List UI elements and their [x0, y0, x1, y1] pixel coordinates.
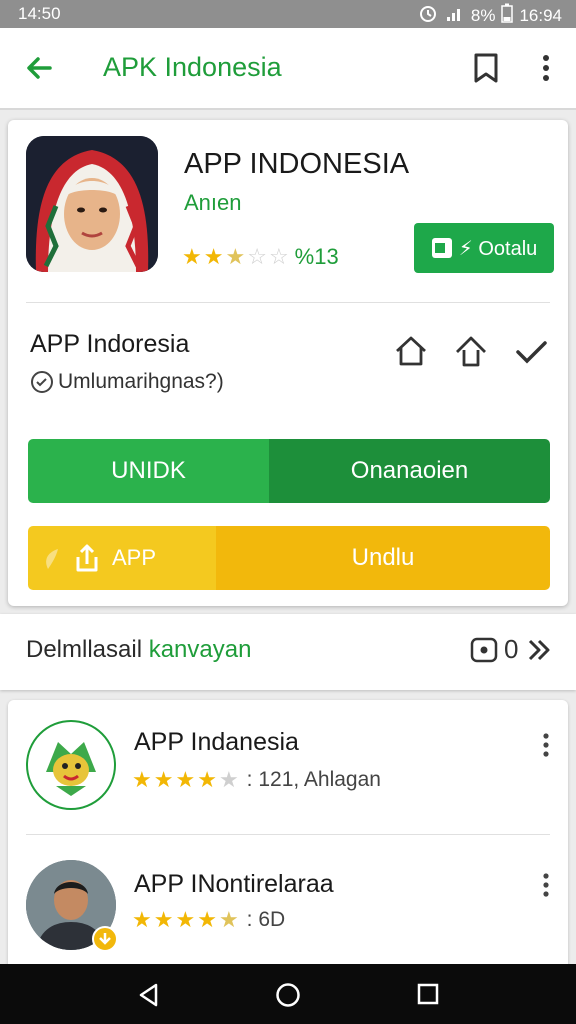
star-icon: ★: [197, 907, 217, 932]
star-icon: ★: [132, 907, 152, 932]
status-time: 14:50: [18, 4, 61, 23]
install-button-label: ⚡ Ootalu: [458, 237, 538, 260]
strip-label-dark: Delmllasail: [26, 636, 143, 663]
leaf-icon: [46, 549, 58, 569]
green-action-button[interactable]: UNIDK Onanaoien: [28, 439, 550, 503]
section-subtitle-text: Umlumarihgnas?): [58, 370, 224, 393]
app-bar-title: APK Indonesia: [103, 52, 282, 82]
status-bar: 14:50 8% 16:94: [0, 0, 576, 28]
clock-check-icon: [31, 371, 53, 393]
list-item-meta: : 121, Ahlagan: [246, 768, 381, 791]
camera-icon[interactable]: [470, 636, 498, 664]
divider: [26, 834, 550, 835]
battery-icon: [501, 3, 514, 28]
strip-label: Delmllasail kanvayan: [26, 636, 251, 664]
star-half-icon: ★: [225, 244, 246, 269]
star-icon: ★: [153, 907, 174, 932]
strip-actions: 0: [470, 634, 554, 665]
star-empty-icon: ★: [218, 767, 239, 792]
list-item-rating: ★ ★ ★ ★ ★ : 6D: [132, 908, 285, 932]
yellow-button-left[interactable]: APP: [28, 526, 216, 590]
rating-count: %13: [294, 244, 339, 269]
star-empty-icon: ☆: [247, 244, 267, 269]
app-rating: ★ ★ ★ ☆ ☆ %13: [182, 244, 339, 270]
star-icon: ★: [175, 767, 196, 792]
status-time-right: 16:94: [519, 5, 562, 25]
app-detail-card: APP INDONESIA Anıen ★ ★ ★ ☆ ☆ %13 ⚡ Oota…: [8, 120, 568, 606]
list-item[interactable]: APP INontirelaraa ★ ★ ★ ★ ★ : 6D: [8, 836, 568, 970]
star-icon: ★: [175, 907, 196, 932]
upload-icon[interactable]: [452, 332, 490, 370]
green-button-right[interactable]: Onanaoien: [269, 439, 550, 503]
system-nav-bar: [0, 964, 576, 1024]
star-icon: ★: [197, 767, 217, 792]
more-vert-icon[interactable]: [536, 870, 556, 900]
alarm-icon: [417, 2, 439, 29]
yellow-button-left-label: APP: [112, 545, 157, 570]
battery-percent: 8%: [470, 5, 496, 25]
star-icon: ★: [203, 244, 224, 269]
section-title: APP Indoresia: [30, 330, 190, 358]
install-button[interactable]: ⚡ Ootalu: [414, 223, 554, 273]
back-arrow-icon[interactable]: [20, 48, 60, 88]
more-vert-icon[interactable]: [530, 50, 562, 86]
star-icon: ★: [182, 244, 202, 269]
double-chevron-right-icon[interactable]: [524, 636, 554, 664]
star-empty-icon: ☆: [268, 244, 289, 269]
star-half-icon: ★: [218, 907, 239, 932]
home-nav-icon[interactable]: [275, 982, 301, 1008]
star-icon: ★: [153, 767, 174, 792]
divider: [26, 302, 550, 303]
section-subtitle: Umlumarihgnas?): [30, 370, 224, 394]
strip-count: 0: [504, 634, 519, 664]
info-strip[interactable]: Delmllasail kanvayan 0: [0, 614, 576, 690]
recents-nav-icon[interactable]: [416, 982, 440, 1006]
yellow-action-button[interactable]: APP Undlu: [28, 526, 550, 590]
app-developer[interactable]: Anıen: [184, 190, 242, 216]
install-icon: [431, 238, 452, 258]
star-icon: ★: [132, 767, 152, 792]
app-list: APP Indanesia ★ ★ ★ ★ ★ : 121, Ahlagan A…: [8, 700, 568, 970]
list-item-meta: : 6D: [246, 908, 286, 931]
bookmark-icon[interactable]: [468, 50, 504, 86]
status-icons: 8% 16:94: [417, 2, 562, 29]
list-item[interactable]: APP Indanesia ★ ★ ★ ★ ★ : 121, Ahlagan: [8, 700, 568, 834]
more-vert-icon[interactable]: [536, 730, 556, 760]
app-name: APP INDONESIA: [184, 148, 410, 180]
green-button-left[interactable]: UNIDK: [28, 439, 269, 503]
app-bar: APK Indonesia: [0, 28, 576, 110]
mascot-avatar: [26, 720, 116, 810]
list-item-title: APP INontirelaraa: [134, 870, 334, 898]
back-nav-icon[interactable]: [136, 982, 162, 1008]
strip-label-green: kanvayan: [148, 636, 252, 663]
section-actions: [392, 332, 550, 370]
check-icon[interactable]: [512, 332, 550, 370]
home-icon[interactable]: [392, 332, 430, 370]
list-item-title: APP Indanesia: [134, 728, 299, 756]
yellow-button-right[interactable]: Undlu: [216, 526, 550, 590]
download-badge-icon: [92, 926, 118, 952]
signal-icon: [445, 3, 465, 28]
app-icon: [26, 136, 158, 272]
share-upload-icon: [76, 544, 98, 572]
list-item-rating: ★ ★ ★ ★ ★ : 121, Ahlagan: [132, 768, 381, 792]
